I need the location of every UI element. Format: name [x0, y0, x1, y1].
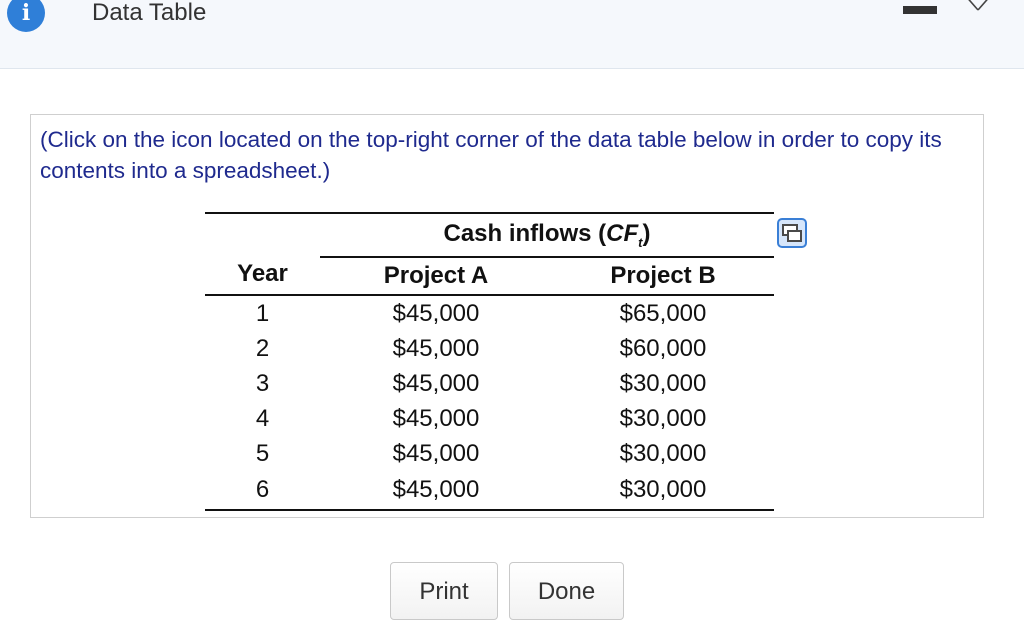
table-row: 5 $45,000 $30,000 — [205, 436, 774, 471]
project-b-cell: $30,000 — [552, 471, 774, 511]
table-row: 4 $45,000 $30,000 — [205, 401, 774, 436]
year-cell: 6 — [205, 471, 320, 511]
project-b-header: Project B — [552, 257, 774, 296]
project-a-cell: $45,000 — [392, 334, 480, 362]
year-header: Year — [205, 212, 320, 296]
project-a-cell: $45,000 — [320, 471, 552, 511]
print-button[interactable]: Print — [390, 562, 498, 620]
project-b-cell: $30,000 — [619, 404, 707, 432]
cash-inflows-header: Cash inflows (CFt) — [320, 212, 774, 258]
instructions-text: (Click on the icon located on the top-ri… — [40, 127, 942, 183]
project-a-cell: $45,000 — [392, 439, 480, 467]
project-b-cell: $60,000 — [619, 334, 707, 362]
cash-inflows-table: Year Cash inflows (CFt) Project A Projec… — [205, 212, 774, 511]
minimize-button[interactable] — [903, 0, 937, 18]
project-a-cell: $45,000 — [392, 299, 480, 327]
done-button[interactable]: Done — [509, 562, 624, 620]
table-row: 6 $45,000 $30,000 — [205, 471, 774, 511]
project-a-cell: $45,000 — [392, 369, 480, 397]
table-row: 1 $45,000 $65,000 — [205, 295, 774, 331]
table-row: 2 $45,000 $60,000 — [205, 331, 774, 366]
copy-icon — [777, 218, 807, 248]
window-title: Data Table — [92, 0, 207, 26]
year-cell: 2 — [255, 334, 270, 362]
year-cell: 5 — [255, 439, 270, 467]
table-row: 3 $45,000 $30,000 — [205, 366, 774, 401]
year-cell: 3 — [255, 369, 270, 397]
close-icon — [968, 0, 988, 11]
copy-to-spreadsheet-button[interactable] — [777, 218, 807, 248]
title-bar: i Data Table — [0, 0, 1024, 69]
project-a-cell: $45,000 — [392, 404, 480, 432]
project-b-cell: $30,000 — [619, 369, 707, 397]
project-b-cell: $65,000 — [619, 299, 707, 327]
year-cell: 4 — [255, 404, 270, 432]
project-b-cell: $30,000 — [619, 439, 707, 467]
minimize-icon — [903, 6, 937, 14]
close-button[interactable] — [960, 0, 996, 16]
project-a-header: Project A — [320, 257, 552, 296]
year-cell: 1 — [255, 299, 270, 327]
info-icon: i — [7, 0, 45, 32]
